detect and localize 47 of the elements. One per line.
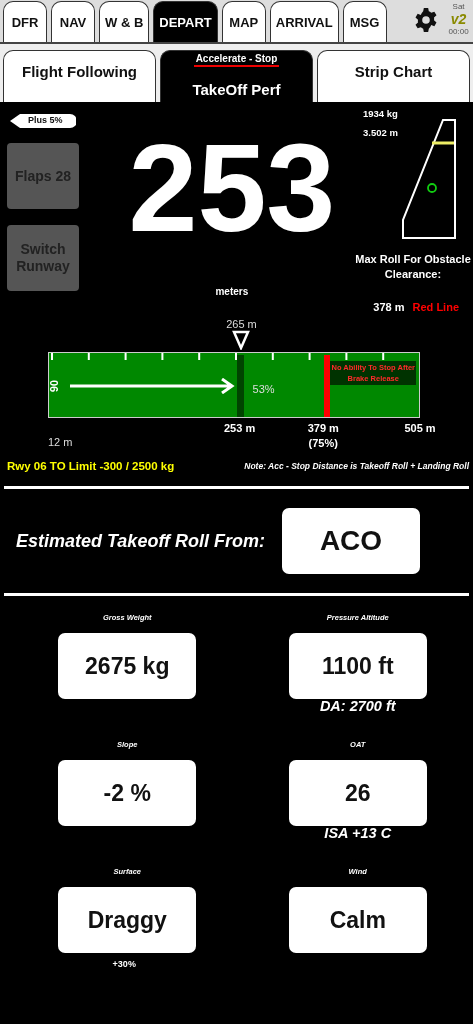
value-button[interactable]: 2675 kg (58, 633, 197, 699)
value-button[interactable]: 26 (288, 760, 427, 826)
status-label: Red Line (412, 301, 459, 313)
time-label: 00:00 (448, 27, 469, 36)
clearance-reading: 378 m (373, 301, 405, 313)
day-label: Sat (452, 2, 465, 11)
nav-tab[interactable]: MAP (221, 1, 266, 42)
position-marker (427, 183, 437, 193)
value-button[interactable]: -2 % (58, 760, 197, 826)
adjustment-tag[interactable] (10, 113, 76, 129)
unit-label: meters (215, 286, 249, 297)
value-button[interactable]: Calm (288, 887, 427, 953)
settings-icon[interactable] (412, 7, 439, 33)
runway-number: 06 (48, 379, 61, 393)
marker-label: 265 m (226, 318, 257, 330)
nav-tab[interactable]: MSG (342, 1, 387, 42)
roll-label: 253 m (224, 422, 256, 434)
note-text: Note: Acc - Stop Distance is Takeoff Roll + Landing Roll (244, 461, 469, 471)
sub-tab[interactable]: Flight Following (3, 50, 156, 102)
limit-text: Rwy 06 TO Limit -300 / 2500 kg (7, 460, 175, 472)
direction-arrow-icon (70, 378, 236, 394)
nav-tab[interactable]: DFR (3, 1, 47, 42)
end-label: 505 m (404, 422, 436, 434)
field-factor: +30% (112, 959, 136, 969)
tag-label: Plus 5% (28, 115, 63, 125)
value-button[interactable]: Draggy (58, 887, 197, 953)
stop-share: (75%) (308, 437, 338, 449)
stop-label: 379 m (307, 422, 339, 434)
gauge-title: Max Roll For Obstacle Clearance: (354, 252, 472, 282)
distance-label: 3.502 m (363, 127, 398, 138)
field-detail: ISA +13 C (324, 826, 392, 840)
estimate-label: Estimated Takeoff Roll From: (16, 530, 266, 552)
roll-distance: 253 (128, 126, 336, 250)
start-label: 12 m (48, 436, 73, 448)
nav-tab[interactable]: ARRIVAL (269, 1, 339, 42)
roll-percent: 53% (252, 383, 275, 395)
nav-tab[interactable]: DEPART (153, 1, 218, 42)
nav-tab[interactable]: W & B (99, 1, 150, 42)
nav-tab[interactable]: NAV (51, 1, 95, 42)
weight-label: 1934 kg (363, 108, 398, 119)
sub-tab[interactable]: Strip Chart (317, 50, 470, 102)
sub-tab[interactable]: Accelerate - Stop TakeOff Perf (160, 50, 313, 102)
field-detail: DA: 2700 ft (319, 699, 396, 713)
version-label: v2 (450, 11, 467, 27)
limit-line (432, 141, 454, 145)
airport-button[interactable]: ACO (282, 508, 420, 574)
value-button[interactable]: 1100 ft (288, 633, 427, 699)
